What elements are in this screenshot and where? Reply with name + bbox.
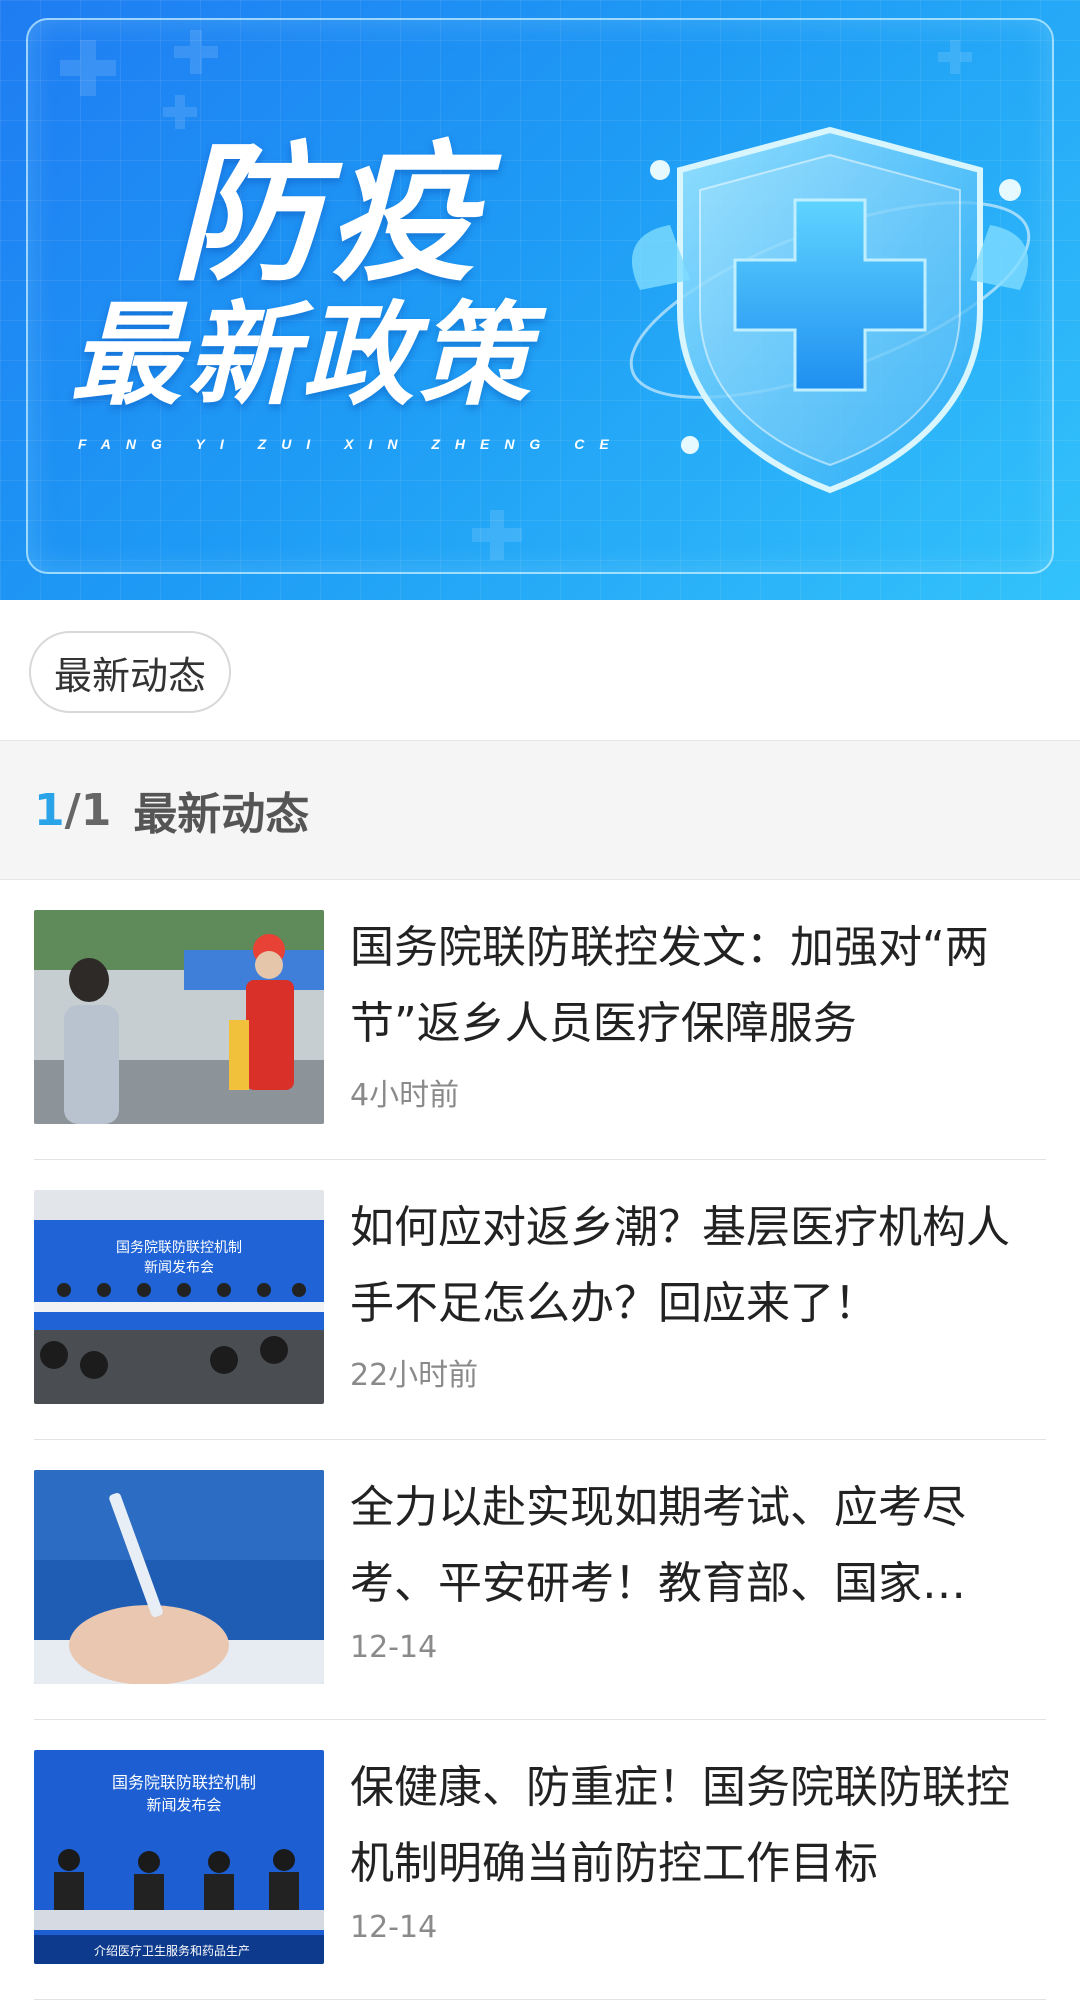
thumb-text: 新闻发布会: [144, 1260, 214, 1276]
news-item[interactable]: 全力以赴实现如期考试、应考尽考、平安研考！教育部、国家… 12-14: [0, 1440, 1080, 1720]
section-header: 1 /1 最新动态: [0, 740, 1080, 880]
filter-bar: 最新动态: [0, 600, 1080, 740]
news-time: 12-14: [350, 1910, 438, 1945]
medical-shield-icon: [629, 126, 1031, 494]
banner-pinyin: FANG YI ZUI XIN ZHENG CE: [78, 436, 624, 452]
news-time: 12-14: [350, 1630, 438, 1665]
thumb-text: 国务院联防联控机制: [112, 1773, 256, 1792]
page-total: /1: [64, 784, 112, 836]
banner-title-line1: 防疫: [172, 128, 485, 302]
thumb-text: 新闻发布会: [146, 1796, 221, 1814]
section-title: 最新动态: [133, 789, 310, 840]
banner-title-line2: 最新政策: [70, 291, 534, 421]
page-current: 1: [34, 784, 65, 836]
news-title: 如何应对返乡潮？基层医疗机构人手不足怎么办？回应来了！: [350, 1202, 1010, 1329]
news-title: 国务院联防联控发文：加强对“两节”返乡人员医疗保障服务: [350, 922, 989, 1049]
news-thumbnail: 国务院联防联控机制 新闻发布会: [34, 1190, 324, 1404]
thumb-caption: 介绍医疗卫生服务和药品生产: [94, 1943, 250, 1958]
news-item[interactable]: 国务院联防联控机制 新闻发布会 如何应对返乡潮？基层医疗机构人手不足怎么办？回应…: [0, 1160, 1080, 1440]
news-thumbnail: [34, 910, 324, 1124]
thumb-text: 国务院联防联控机制: [116, 1240, 242, 1256]
news-thumbnail: [34, 1470, 324, 1684]
news-time: 22小时前: [350, 1358, 479, 1393]
policy-banner[interactable]: 防疫 最新政策 FANG YI ZUI XIN ZHENG CE: [0, 0, 1080, 600]
news-item[interactable]: 国务院联防联控发文：加强对“两节”返乡人员医疗保障服务 4小时前: [0, 880, 1080, 1160]
news-time: 4小时前: [350, 1078, 460, 1113]
news-thumbnail: 国务院联防联控机制 新闻发布会 介绍医疗卫生服务和药品生产: [34, 1750, 324, 1964]
news-item[interactable]: 国务院联防联控机制 新闻发布会 介绍医疗卫生服务和药品生产 保健康、防重症！国务…: [0, 1720, 1080, 2000]
divider: [34, 1999, 1046, 2000]
filter-chip-latest[interactable]: 最新动态: [29, 631, 231, 713]
news-title: 保健康、防重症！国务院联防联控机制明确当前防控工作目标: [350, 1762, 1010, 1889]
news-title: 全力以赴实现如期考试、应考尽考、平安研考！教育部、国家…: [350, 1482, 966, 1609]
